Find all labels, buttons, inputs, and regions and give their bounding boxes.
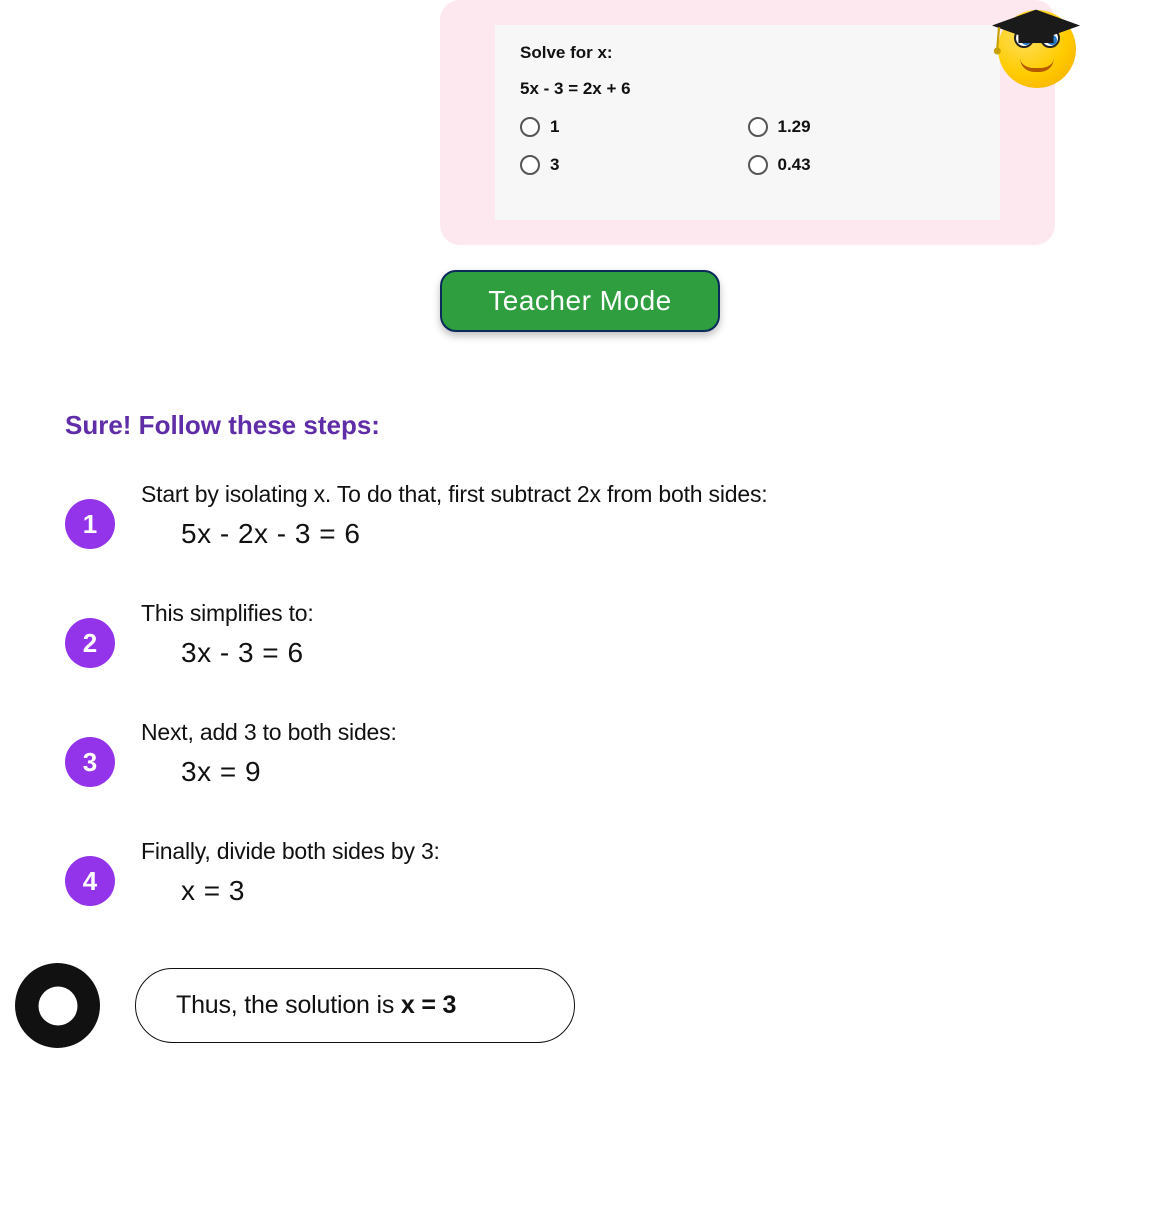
step-equation: x = 3: [181, 875, 1094, 907]
radio-icon: [520, 117, 540, 137]
steps-intro: Sure! Follow these steps:: [65, 410, 1094, 441]
step-equation: 5x - 2x - 3 = 6: [181, 518, 1094, 550]
step-4: 4 Finally, divide both sides by 3: x = 3: [65, 838, 1094, 907]
conclusion-answer: x = 3: [401, 991, 456, 1019]
step-text: Next, add 3 to both sides:: [141, 719, 1094, 746]
teacher-avatar-icon: [980, 0, 1090, 90]
question-inner: Solve for x: 5x - 3 = 2x + 6 1 1.29 3 0.…: [495, 25, 1000, 220]
option-label: 3: [550, 155, 559, 175]
step-number-badge: 1: [65, 499, 115, 549]
step-2: 2 This simplifies to: 3x - 3 = 6: [65, 600, 1094, 669]
option-1[interactable]: 1: [520, 117, 748, 137]
option-3[interactable]: 3: [520, 155, 748, 175]
assistant-logo-icon: [15, 963, 100, 1048]
question-card: Solve for x: 5x - 3 = 2x + 6 1 1.29 3 0.…: [440, 0, 1055, 245]
conclusion-pill: Thus, the solution is x = 3: [135, 968, 575, 1043]
options-grid: 1 1.29 3 0.43: [520, 117, 975, 175]
question-prompt: Solve for x:: [520, 43, 975, 63]
step-equation: 3x - 3 = 6: [181, 637, 1094, 669]
option-label: 1.29: [778, 117, 811, 137]
step-body: Next, add 3 to both sides: 3x = 9: [141, 719, 1094, 788]
step-body: This simplifies to: 3x - 3 = 6: [141, 600, 1094, 669]
option-2[interactable]: 1.29: [748, 117, 976, 137]
step-text: Start by isolating x. To do that, first …: [141, 481, 1094, 508]
step-number-badge: 2: [65, 618, 115, 668]
step-text: Finally, divide both sides by 3:: [141, 838, 1094, 865]
conclusion-row: Thus, the solution is x = 3: [15, 963, 575, 1048]
option-label: 0.43: [778, 155, 811, 175]
radio-icon: [748, 117, 768, 137]
radio-icon: [520, 155, 540, 175]
conclusion-prefix: Thus, the solution is: [176, 991, 401, 1019]
step-body: Finally, divide both sides by 3: x = 3: [141, 838, 1094, 907]
step-text: This simplifies to:: [141, 600, 1094, 627]
step-number-badge: 4: [65, 856, 115, 906]
teacher-mode-button[interactable]: Teacher Mode: [440, 270, 720, 332]
teacher-mode-label: Teacher Mode: [488, 285, 671, 317]
radio-icon: [748, 155, 768, 175]
question-equation: 5x - 3 = 2x + 6: [520, 79, 975, 99]
step-equation: 3x = 9: [181, 756, 1094, 788]
step-3: 3 Next, add 3 to both sides: 3x = 9: [65, 719, 1094, 788]
step-1: 1 Start by isolating x. To do that, firs…: [65, 481, 1094, 550]
option-label: 1: [550, 117, 559, 137]
steps-section: Sure! Follow these steps: 1 Start by iso…: [65, 410, 1094, 957]
step-number-badge: 3: [65, 737, 115, 787]
step-body: Start by isolating x. To do that, first …: [141, 481, 1094, 550]
option-4[interactable]: 0.43: [748, 155, 976, 175]
